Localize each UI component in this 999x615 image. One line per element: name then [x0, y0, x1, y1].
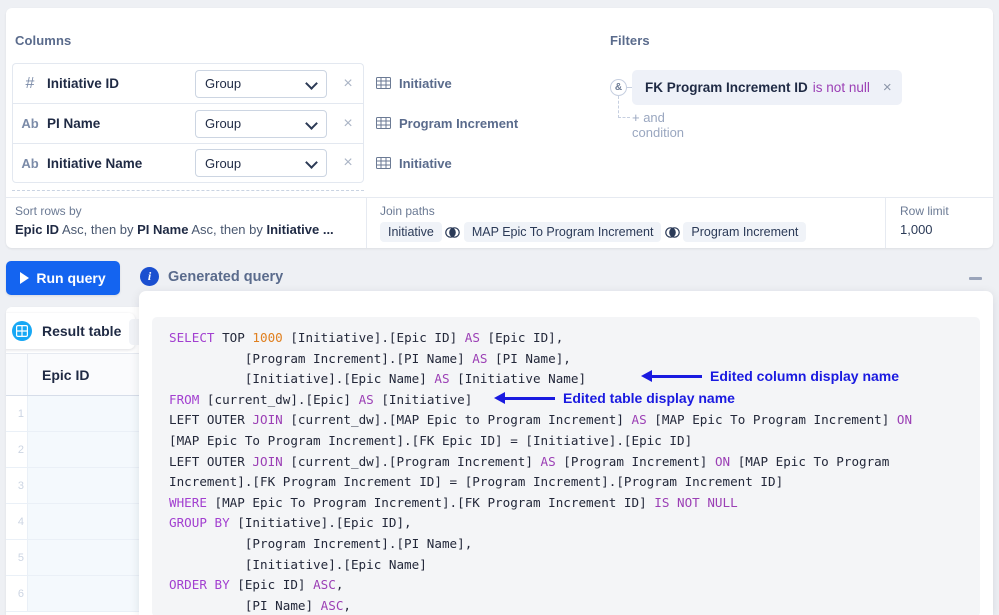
remove-filter-button[interactable]: ×	[883, 80, 892, 95]
join-paths-chips: Initiative MAP Epic To Program Increment…	[380, 222, 875, 242]
text-type-icon: Ab	[21, 155, 39, 171]
table-icon	[376, 157, 391, 169]
table-cell[interactable]	[28, 540, 145, 575]
query-meta-strip: Sort rows by Epic ID Asc, then by PI Nam…	[6, 197, 993, 248]
remove-column-button[interactable]: ×	[333, 75, 363, 92]
column-name-label: Initiative ID	[47, 76, 120, 91]
aggregation-value: Group	[205, 155, 242, 171]
filter-operator-label: is not null	[812, 80, 870, 95]
join-paths-title: Join paths	[380, 204, 435, 218]
source-table-label: Program Increment	[399, 115, 519, 131]
app-root: Columns Filters # Initiative ID Group × …	[0, 0, 999, 615]
table-cell[interactable]	[28, 504, 145, 539]
column-drop-zone[interactable]	[12, 183, 364, 191]
row-number: 1	[6, 396, 28, 431]
aggregation-value: Group	[205, 76, 242, 91]
column-row[interactable]: Ab PI Name Group ×	[12, 103, 364, 143]
query-builder-panel: Columns Filters # Initiative ID Group × …	[6, 8, 993, 248]
aggregation-select[interactable]: Group	[195, 69, 327, 98]
tab-result-table[interactable]: Result table	[6, 313, 136, 349]
sort-field-2: PI Name	[137, 222, 189, 237]
chevron-down-icon	[306, 157, 318, 169]
arrow-shaft	[503, 397, 555, 400]
info-icon[interactable]: i	[140, 267, 159, 286]
grid-column-header[interactable]: Epic ID	[28, 354, 145, 395]
aggregation-select[interactable]: Group	[195, 149, 327, 177]
run-query-label: Run query	[36, 270, 106, 286]
row-number: 3	[6, 468, 28, 503]
table-icon	[376, 117, 391, 129]
source-table-ref: Initiative	[376, 63, 606, 103]
annotation-column-display-name: Edited column display name	[710, 368, 900, 384]
table-cell[interactable]	[28, 576, 145, 611]
generated-query-label: Generated query	[168, 268, 284, 285]
text-type-icon: Ab	[21, 116, 39, 131]
column-name-label: Initiative Name	[47, 155, 143, 171]
generated-query-header: i Generated query	[140, 267, 283, 286]
sort-sep-2: Asc, then by	[188, 222, 267, 237]
aggregation-value: Group	[205, 116, 242, 131]
sort-rows-title: Sort rows by	[15, 204, 82, 218]
source-table-ref: Initiative	[376, 143, 606, 183]
sql-code-text: SELECT TOP 1000 [Initiative].[Epic ID] A…	[169, 330, 913, 613]
sql-code-block[interactable]: SELECT TOP 1000 [Initiative].[Epic ID] A…	[152, 317, 980, 615]
annotation-arrow-table	[494, 392, 555, 404]
sort-field-3: Initiative ...	[266, 222, 334, 237]
column-row[interactable]: # Initiative ID Group ×	[12, 63, 364, 103]
table-cell[interactable]	[28, 396, 145, 431]
column-source-tables: Initiative Program Increment Initiative	[376, 63, 606, 183]
play-icon	[20, 272, 30, 284]
filter-chip[interactable]: FK Program Increment ID is not null ×	[632, 70, 902, 105]
table-cell[interactable]	[28, 432, 145, 467]
columns-section-label: Columns	[15, 33, 72, 48]
sort-sep-1: Asc, then by	[59, 222, 138, 237]
row-number-gutter-header	[6, 354, 28, 395]
filter-field-label: FK Program Increment ID	[645, 80, 808, 95]
number-type-icon: #	[25, 74, 35, 92]
columns-list: # Initiative ID Group × Ab PI Name Group…	[12, 63, 364, 183]
chevron-down-icon	[306, 78, 318, 90]
remove-column-button[interactable]: ×	[333, 115, 363, 132]
column-name-label: PI Name	[47, 116, 101, 131]
generated-query-card: SELECT TOP 1000 [Initiative].[Epic ID] A…	[139, 291, 993, 615]
source-table-label: Initiative	[399, 155, 452, 171]
aggregation-select[interactable]: Group	[195, 109, 327, 138]
row-limit-value: 1,000	[900, 222, 933, 237]
join-link-icon	[442, 226, 464, 239]
filter-connector-line-vertical	[618, 96, 619, 118]
add-and-condition-button[interactable]: + and condition	[632, 110, 684, 140]
run-query-button[interactable]: Run query	[6, 261, 120, 295]
tab-result-table-label: Result table	[42, 323, 122, 339]
filter-operator-badge[interactable]: &	[610, 79, 627, 96]
join-table-chip[interactable]: Program Increment	[683, 222, 807, 242]
join-table-chip[interactable]: Initiative	[380, 222, 442, 242]
row-number: 4	[6, 504, 28, 539]
join-paths-section[interactable]: Join paths Initiative MAP Epic To Progra…	[366, 198, 885, 248]
sort-field-1: Epic ID	[15, 222, 60, 237]
sort-rows-value: Epic ID Asc, then by PI Name Asc, then b…	[15, 222, 356, 237]
row-number: 5	[6, 540, 28, 575]
annotation-table-display-name: Edited table display name	[563, 390, 735, 406]
source-table-label: Initiative	[399, 75, 452, 91]
remove-column-button[interactable]: ×	[333, 155, 363, 171]
column-row[interactable]: Ab Initiative Name Group ×	[12, 143, 364, 183]
arrow-shaft	[650, 375, 702, 378]
table-icon	[376, 77, 391, 89]
join-link-icon	[661, 226, 683, 239]
source-table-ref: Program Increment	[376, 103, 606, 143]
row-limit-title: Row limit	[900, 204, 949, 218]
row-limit-section[interactable]: Row limit 1,000	[885, 198, 993, 248]
row-number: 2	[6, 432, 28, 467]
chevron-down-icon	[306, 118, 318, 130]
filter-connector-line-horizontal	[618, 117, 630, 118]
row-number: 6	[6, 576, 28, 611]
collapse-panel-button[interactable]	[969, 277, 982, 280]
filters-section-label: Filters	[610, 33, 650, 48]
grid-icon	[12, 321, 32, 341]
table-cell[interactable]	[28, 468, 145, 503]
annotation-arrow-column	[641, 370, 702, 382]
sort-rows-section[interactable]: Sort rows by Epic ID Asc, then by PI Nam…	[6, 198, 366, 248]
join-table-chip[interactable]: MAP Epic To Program Increment	[463, 222, 662, 242]
